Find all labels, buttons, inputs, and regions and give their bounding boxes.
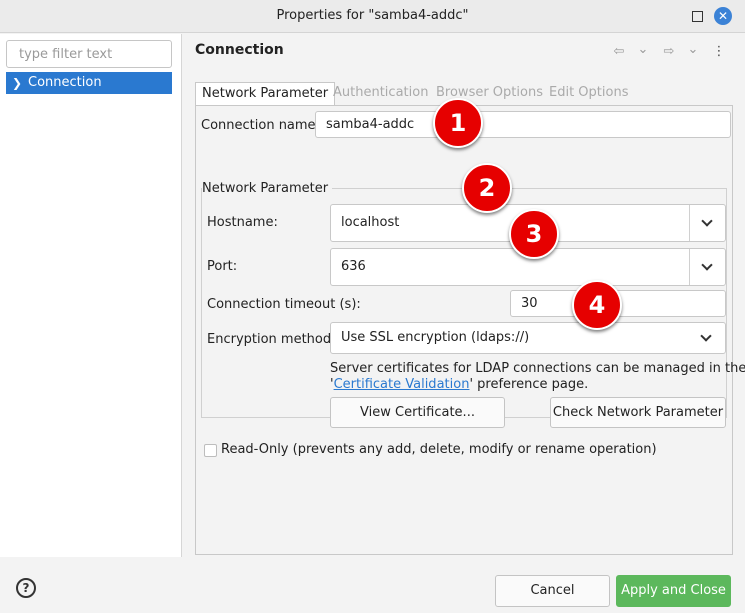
forward-icon[interactable]: ⇨ [661,44,677,59]
tab-network-parameter[interactable]: Network Parameter [195,82,336,106]
cert-info-text: Server certificates for LDAP connections… [330,361,745,376]
forward-menu-icon[interactable]: ⌄ [685,42,701,57]
button-bar: ? Cancel Apply and Close [0,557,745,613]
chevron-down-icon [701,215,713,227]
group-title: Network Parameter [202,181,333,196]
chevron-right-icon[interactable]: ❯ [12,72,22,94]
encryption-label: Encryption method: [207,332,336,347]
back-icon[interactable]: ⇦ [611,44,627,59]
title-bar: Properties for "samba4-addc" ✕ [0,0,745,33]
cert-info-rest: ' preference page. [469,377,589,392]
apply-and-close-button[interactable]: Apply and Close [616,575,731,607]
read-only-label: Read-Only (prevents any add, delete, mod… [221,442,657,457]
close-icon[interactable]: ✕ [714,7,732,25]
encryption-dropdown[interactable] [689,323,725,353]
back-menu-icon[interactable]: ⌄ [635,42,651,57]
annotation-badge-3: 3 [509,209,559,259]
window-title: Properties for "samba4-addc" [276,8,469,23]
encryption-select[interactable]: Use SSL encryption (ldaps://) [330,322,726,354]
port-dropdown[interactable] [689,249,725,285]
cancel-button[interactable]: Cancel [495,575,610,607]
chevron-down-icon [700,330,712,342]
chevron-down-icon [701,259,713,271]
tab-authentication[interactable]: Authentication [327,82,434,106]
port-label: Port: [207,259,238,274]
hostname-dropdown[interactable] [689,205,725,241]
filter-input[interactable] [6,40,172,68]
encryption-value[interactable]: Use SSL encryption (ldaps://) [341,330,529,345]
maximize-icon[interactable] [688,7,706,25]
connection-name-label: Connection name: [201,118,320,133]
read-only-checkbox[interactable] [204,444,217,457]
sidebar-item-label: Connection [28,75,102,90]
check-network-parameter-button[interactable]: Check Network Parameter [550,397,726,428]
certificate-validation-link[interactable]: Certificate Validation [334,377,470,392]
hostname-value[interactable]: localhost [341,215,399,230]
sidebar-item-connection[interactable]: ❯ Connection [6,72,172,94]
annotation-badge-1: 1 [433,98,483,148]
view-certificate-button[interactable]: View Certificate... [330,397,505,428]
tab-edit-options[interactable]: Edit Options [543,82,634,106]
port-value[interactable]: 636 [341,259,366,274]
hostname-label: Hostname: [207,215,278,230]
annotation-badge-4: 4 [572,280,622,330]
connection-name-input[interactable]: samba4-addc [315,111,731,138]
page-title: Connection [195,42,284,58]
timeout-label: Connection timeout (s): [207,297,361,312]
help-icon[interactable]: ? [16,578,36,598]
network-parameter-group: Network Parameter Hostname: localhost Po… [201,181,745,428]
tab-panel: Connection name: samba4-addc Network Par… [195,105,745,555]
cert-info-line2: 'Certificate Validation' preference page… [330,377,588,392]
annotation-badge-2: 2 [462,163,512,213]
view-menu-icon[interactable]: ⋮ [711,44,727,59]
sidebar: ❯ Connection [0,34,182,557]
